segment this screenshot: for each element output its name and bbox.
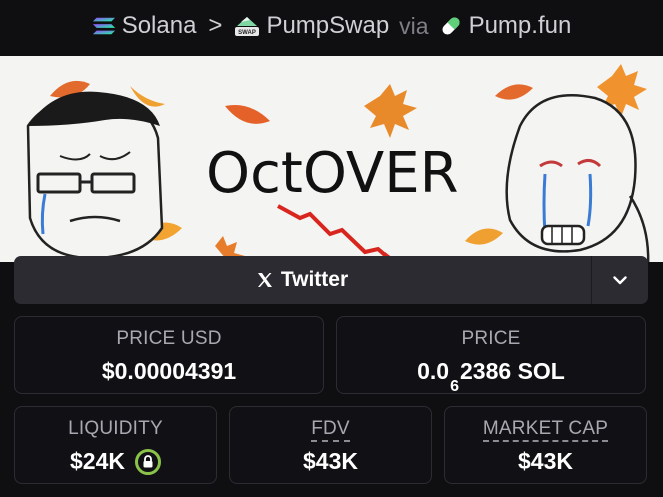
price-sol-value: 0.062386 SOL	[337, 358, 645, 395]
fdv-card: FDV $43K	[229, 406, 432, 484]
liquidity-locked-badge[interactable]	[134, 448, 161, 475]
price-usd-value: $0.00004391	[101, 358, 237, 384]
fdv-label-text: FDV	[311, 418, 350, 442]
breadcrumb-dex[interactable]: SWAP PumpSwap	[234, 12, 389, 40]
market-cap-label[interactable]: MARKET CAP	[445, 418, 646, 442]
price-sol-zero-count: 6	[450, 377, 460, 395]
pumpswap-badge-text: SWAP	[239, 30, 257, 36]
liquidity-card: LIQUIDITY $24K	[14, 406, 217, 484]
x-icon	[257, 273, 272, 287]
liquidity-label: LIQUIDITY	[68, 418, 163, 439]
market-cap-label-text: MARKET CAP	[482, 418, 609, 442]
liquidity-value-row: $24K	[15, 448, 216, 475]
lock-icon	[143, 455, 153, 468]
price-sol-card: PRICE 0.062386 SOL	[336, 316, 646, 395]
liquidity-value: $24K	[70, 448, 125, 474]
down-trend-arrow-icon	[277, 204, 398, 262]
price-usd-card: PRICE USD $0.00004391	[14, 316, 324, 394]
breadcrumb-launchpad[interactable]: Pump.fun	[439, 12, 572, 40]
breadcrumb-via: via	[399, 12, 429, 39]
pumpswap-icon: SWAP	[235, 17, 260, 36]
breadcrumb: Solana > SWAP PumpSwap via Pump.fun	[0, 0, 663, 52]
breadcrumb-chain[interactable]: Solana	[92, 12, 197, 40]
price-sol-prefix: 0.0	[417, 358, 450, 384]
crying-wojak-face	[505, 94, 650, 262]
breadcrumb-launchpad-label: Pump.fun	[468, 12, 572, 39]
glasses-wojak-face	[26, 91, 164, 260]
market-cap-value: $43K	[518, 448, 573, 474]
token-banner: OctOVER	[0, 56, 663, 262]
fdv-value: $43K	[303, 448, 358, 474]
breadcrumb-dex-label: PumpSwap	[266, 12, 390, 39]
price-sol-label: PRICE	[461, 328, 521, 349]
expand-links-button[interactable]	[591, 256, 648, 304]
social-links-bar: Twitter	[14, 256, 648, 304]
price-sol-suffix: 2386 SOL	[460, 358, 565, 384]
fdv-label[interactable]: FDV	[230, 418, 431, 442]
market-cap-card: MARKET CAP $43K	[444, 406, 647, 484]
twitter-button[interactable]: Twitter	[14, 256, 591, 304]
price-usd-label: PRICE USD	[116, 328, 222, 349]
chevron-down-icon	[613, 275, 627, 284]
breadcrumb-separator: >	[208, 12, 223, 39]
banner-title: OctOVER	[206, 141, 459, 206]
breadcrumb-chain-label: Solana	[121, 12, 197, 39]
twitter-label: Twitter	[280, 268, 349, 291]
solana-icon	[92, 17, 115, 35]
pill-icon	[442, 17, 460, 35]
